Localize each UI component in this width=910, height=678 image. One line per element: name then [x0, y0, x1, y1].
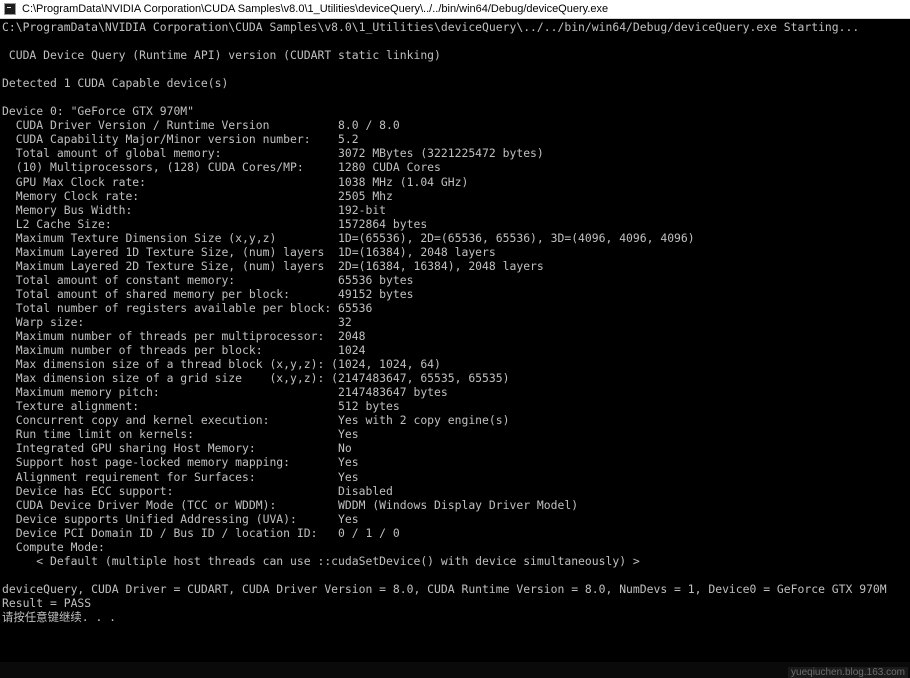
console-line: Device 0: "GeForce GTX 970M" [2, 104, 195, 119]
console-line: Detected 1 CUDA Capable device(s) [2, 76, 229, 91]
console-line: Total amount of shared memory per block:… [2, 286, 414, 301]
console-line: Max dimension size of a thread block (x,… [2, 357, 441, 372]
console-line: Support host page-locked memory mapping:… [2, 455, 359, 470]
console-line: Maximum Layered 2D Texture Size, (num) l… [2, 258, 544, 273]
console-line: Integrated GPU sharing Host Memory: No [2, 441, 352, 456]
window-titlebar[interactable]: C:\ProgramData\NVIDIA Corporation\CUDA S… [0, 0, 910, 19]
console-line: CUDA Capability Major/Minor version numb… [2, 132, 359, 147]
console-line: Maximum number of threads per multiproce… [2, 329, 366, 344]
console-line: Memory Clock rate: 2505 Mhz [2, 188, 393, 203]
console-line: Total number of registers available per … [2, 300, 373, 315]
console-line: < Default (multiple host threads can use… [2, 553, 640, 568]
console-line: L2 Cache Size: 1572864 bytes [2, 216, 428, 231]
console-line: Concurrent copy and kernel execution: Ye… [2, 413, 510, 428]
console-output[interactable]: C:\ProgramData\NVIDIA Corporation\CUDA S… [2, 20, 908, 660]
console-line: Compute Mode: [2, 539, 105, 554]
console-line: Maximum number of threads per block: 102… [2, 343, 366, 358]
watermark: yueqiuchen.blog.163.com [788, 667, 908, 678]
console-line: (10) Multiprocessors, (128) CUDA Cores/M… [2, 160, 441, 175]
console-line: CUDA Device Query (Runtime API) version … [2, 48, 441, 63]
console-line: Maximum memory pitch: 2147483647 bytes [2, 385, 448, 400]
console-line: Memory Bus Width: 192-bit [2, 202, 387, 217]
console-line: Result = PASS [2, 595, 92, 610]
console-line: deviceQuery, CUDA Driver = CUDART, CUDA … [2, 581, 887, 596]
console-app-icon[interactable] [4, 3, 16, 15]
window-title: C:\ProgramData\NVIDIA Corporation\CUDA S… [22, 3, 609, 15]
console-line: 请按任意键继续. . . [2, 609, 117, 624]
console-line: Total amount of constant memory: 65536 b… [2, 272, 414, 287]
console-line: Alignment requirement for Surfaces: Yes [2, 469, 359, 484]
console-line: Warp size: 32 [2, 314, 352, 329]
console-line: CUDA Device Driver Mode (TCC or WDDM): W… [2, 497, 579, 512]
console-line: C:\ProgramData\NVIDIA Corporation\CUDA S… [2, 20, 860, 34]
console-line: Max dimension size of a grid size (x,y,z… [2, 371, 510, 386]
console-line: Total amount of global memory: 3072 MByt… [2, 146, 544, 161]
console-line: Device supports Unified Addressing (UVA)… [2, 511, 359, 526]
console-line: GPU Max Clock rate: 1038 MHz (1.04 GHz) [2, 174, 469, 189]
console-line: Device PCI Domain ID / Bus ID / location… [2, 525, 400, 540]
console-bottom-strip [0, 662, 910, 678]
console-line: Maximum Texture Dimension Size (x,y,z) 1… [2, 230, 695, 245]
console-line: Maximum Layered 1D Texture Size, (num) l… [2, 244, 496, 259]
console-line: Run time limit on kernels: Yes [2, 427, 359, 442]
console-line: CUDA Driver Version / Runtime Version 8.… [2, 118, 400, 133]
console-line: Device has ECC support: Disabled [2, 483, 393, 498]
console-line: Texture alignment: 512 bytes [2, 399, 400, 414]
